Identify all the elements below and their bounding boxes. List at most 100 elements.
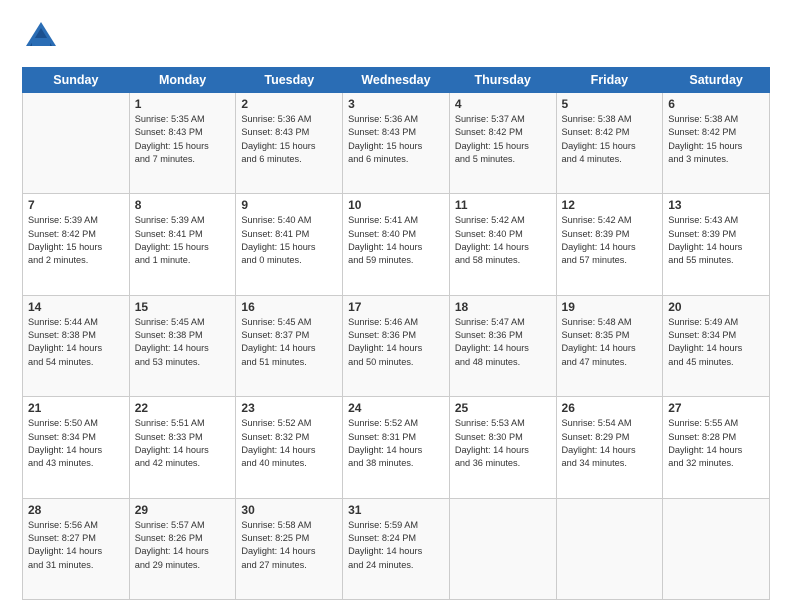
day-header-saturday: Saturday (663, 68, 770, 93)
calendar-cell-4-7: 27 Sunrise: 5:55 AM Sunset: 8:28 PM Dayli… (663, 397, 770, 498)
day-info: Sunrise: 5:50 AM Sunset: 8:34 PM Dayligh… (28, 417, 124, 470)
page: SundayMondayTuesdayWednesdayThursdayFrid… (0, 0, 792, 612)
day-info: Sunrise: 5:37 AM Sunset: 8:42 PM Dayligh… (455, 113, 551, 166)
calendar-cell-5-3: 30 Sunrise: 5:58 AM Sunset: 8:25 PM Dayli… (236, 498, 343, 599)
day-number: 14 (28, 300, 124, 314)
calendar-cell-3-6: 19 Sunrise: 5:48 AM Sunset: 8:35 PM Dayli… (556, 295, 663, 396)
day-info: Sunrise: 5:36 AM Sunset: 8:43 PM Dayligh… (241, 113, 337, 166)
calendar-cell-1-3: 2 Sunrise: 5:36 AM Sunset: 8:43 PM Daylig… (236, 93, 343, 194)
calendar-cell-2-2: 8 Sunrise: 5:39 AM Sunset: 8:41 PM Daylig… (129, 194, 236, 295)
day-info: Sunrise: 5:58 AM Sunset: 8:25 PM Dayligh… (241, 519, 337, 572)
day-info: Sunrise: 5:56 AM Sunset: 8:27 PM Dayligh… (28, 519, 124, 572)
day-info: Sunrise: 5:52 AM Sunset: 8:32 PM Dayligh… (241, 417, 337, 470)
day-info: Sunrise: 5:36 AM Sunset: 8:43 PM Dayligh… (348, 113, 444, 166)
day-headers-row: SundayMondayTuesdayWednesdayThursdayFrid… (23, 68, 770, 93)
day-number: 29 (135, 503, 231, 517)
day-number: 10 (348, 198, 444, 212)
day-info: Sunrise: 5:42 AM Sunset: 8:40 PM Dayligh… (455, 214, 551, 267)
week-row-5: 28 Sunrise: 5:56 AM Sunset: 8:27 PM Dayli… (23, 498, 770, 599)
day-info: Sunrise: 5:35 AM Sunset: 8:43 PM Dayligh… (135, 113, 231, 166)
calendar-cell-2-3: 9 Sunrise: 5:40 AM Sunset: 8:41 PM Daylig… (236, 194, 343, 295)
day-number: 6 (668, 97, 764, 111)
header (22, 18, 770, 61)
logo (22, 18, 60, 61)
day-header-wednesday: Wednesday (343, 68, 450, 93)
day-number: 23 (241, 401, 337, 415)
day-number: 11 (455, 198, 551, 212)
day-info: Sunrise: 5:42 AM Sunset: 8:39 PM Dayligh… (562, 214, 658, 267)
calendar-cell-3-1: 14 Sunrise: 5:44 AM Sunset: 8:38 PM Dayli… (23, 295, 130, 396)
day-info: Sunrise: 5:38 AM Sunset: 8:42 PM Dayligh… (668, 113, 764, 166)
calendar-cell-2-6: 12 Sunrise: 5:42 AM Sunset: 8:39 PM Dayli… (556, 194, 663, 295)
day-info: Sunrise: 5:40 AM Sunset: 8:41 PM Dayligh… (241, 214, 337, 267)
calendar-cell-2-1: 7 Sunrise: 5:39 AM Sunset: 8:42 PM Daylig… (23, 194, 130, 295)
day-number: 25 (455, 401, 551, 415)
day-header-tuesday: Tuesday (236, 68, 343, 93)
calendar-cell-3-4: 17Sunrise: 5:46 AM Sunset: 8:36 PM Dayli… (343, 295, 450, 396)
calendar-cell-2-7: 13 Sunrise: 5:43 AM Sunset: 8:39 PM Dayli… (663, 194, 770, 295)
day-number: 24 (348, 401, 444, 415)
calendar-table: SundayMondayTuesdayWednesdayThursdayFrid… (22, 67, 770, 600)
calendar-cell-1-1 (23, 93, 130, 194)
day-info: Sunrise: 5:43 AM Sunset: 8:39 PM Dayligh… (668, 214, 764, 267)
day-info: Sunrise: 5:52 AM Sunset: 8:31 PM Dayligh… (348, 417, 444, 470)
calendar-cell-5-2: 29 Sunrise: 5:57 AM Sunset: 8:26 PM Dayli… (129, 498, 236, 599)
calendar-cell-1-6: 5Sunrise: 5:38 AM Sunset: 8:42 PM Daylig… (556, 93, 663, 194)
day-number: 28 (28, 503, 124, 517)
calendar-cell-5-5 (449, 498, 556, 599)
day-number: 2 (241, 97, 337, 111)
calendar-cell-2-4: 10Sunrise: 5:41 AM Sunset: 8:40 PM Dayli… (343, 194, 450, 295)
day-number: 7 (28, 198, 124, 212)
day-number: 13 (668, 198, 764, 212)
calendar-cell-5-6 (556, 498, 663, 599)
day-number: 22 (135, 401, 231, 415)
calendar-cell-4-1: 21 Sunrise: 5:50 AM Sunset: 8:34 PM Dayli… (23, 397, 130, 498)
day-info: Sunrise: 5:47 AM Sunset: 8:36 PM Dayligh… (455, 316, 551, 369)
day-number: 27 (668, 401, 764, 415)
day-number: 15 (135, 300, 231, 314)
day-info: Sunrise: 5:45 AM Sunset: 8:38 PM Dayligh… (135, 316, 231, 369)
day-number: 8 (135, 198, 231, 212)
day-header-sunday: Sunday (23, 68, 130, 93)
calendar-cell-1-5: 4 Sunrise: 5:37 AM Sunset: 8:42 PM Daylig… (449, 93, 556, 194)
logo-icon (22, 18, 60, 56)
day-info: Sunrise: 5:54 AM Sunset: 8:29 PM Dayligh… (562, 417, 658, 470)
calendar-cell-4-4: 24 Sunrise: 5:52 AM Sunset: 8:31 PM Dayli… (343, 397, 450, 498)
day-number: 9 (241, 198, 337, 212)
day-number: 30 (241, 503, 337, 517)
calendar-cell-5-1: 28 Sunrise: 5:56 AM Sunset: 8:27 PM Dayli… (23, 498, 130, 599)
day-header-thursday: Thursday (449, 68, 556, 93)
calendar-cell-4-3: 23 Sunrise: 5:52 AM Sunset: 8:32 PM Dayli… (236, 397, 343, 498)
day-info: Sunrise: 5:59 AM Sunset: 8:24 PM Dayligh… (348, 519, 444, 572)
day-info: Sunrise: 5:55 AM Sunset: 8:28 PM Dayligh… (668, 417, 764, 470)
day-header-friday: Friday (556, 68, 663, 93)
calendar-cell-1-4: 3Sunrise: 5:36 AM Sunset: 8:43 PM Daylig… (343, 93, 450, 194)
day-number: 26 (562, 401, 658, 415)
day-info: Sunrise: 5:51 AM Sunset: 8:33 PM Dayligh… (135, 417, 231, 470)
day-number: 21 (28, 401, 124, 415)
calendar-cell-4-6: 26 Sunrise: 5:54 AM Sunset: 8:29 PM Dayli… (556, 397, 663, 498)
calendar-cell-3-3: 16Sunrise: 5:45 AM Sunset: 8:37 PM Dayli… (236, 295, 343, 396)
day-number: 20 (668, 300, 764, 314)
day-number: 18 (455, 300, 551, 314)
day-number: 5 (562, 97, 658, 111)
day-number: 4 (455, 97, 551, 111)
day-number: 19 (562, 300, 658, 314)
calendar-cell-3-2: 15 Sunrise: 5:45 AM Sunset: 8:38 PM Dayli… (129, 295, 236, 396)
day-number: 12 (562, 198, 658, 212)
calendar-cell-1-7: 6 Sunrise: 5:38 AM Sunset: 8:42 PM Daylig… (663, 93, 770, 194)
day-info: Sunrise: 5:48 AM Sunset: 8:35 PM Dayligh… (562, 316, 658, 369)
day-info: Sunrise: 5:39 AM Sunset: 8:41 PM Dayligh… (135, 214, 231, 267)
calendar-cell-3-5: 18 Sunrise: 5:47 AM Sunset: 8:36 PM Dayli… (449, 295, 556, 396)
calendar-cell-5-4: 31Sunrise: 5:59 AM Sunset: 8:24 PM Dayli… (343, 498, 450, 599)
day-info: Sunrise: 5:57 AM Sunset: 8:26 PM Dayligh… (135, 519, 231, 572)
day-info: Sunrise: 5:53 AM Sunset: 8:30 PM Dayligh… (455, 417, 551, 470)
day-info: Sunrise: 5:39 AM Sunset: 8:42 PM Dayligh… (28, 214, 124, 267)
day-info: Sunrise: 5:44 AM Sunset: 8:38 PM Dayligh… (28, 316, 124, 369)
day-header-monday: Monday (129, 68, 236, 93)
calendar-cell-3-7: 20Sunrise: 5:49 AM Sunset: 8:34 PM Dayli… (663, 295, 770, 396)
day-info: Sunrise: 5:46 AM Sunset: 8:36 PM Dayligh… (348, 316, 444, 369)
calendar-cell-4-2: 22 Sunrise: 5:51 AM Sunset: 8:33 PM Dayli… (129, 397, 236, 498)
week-row-2: 7 Sunrise: 5:39 AM Sunset: 8:42 PM Daylig… (23, 194, 770, 295)
calendar-cell-5-7 (663, 498, 770, 599)
